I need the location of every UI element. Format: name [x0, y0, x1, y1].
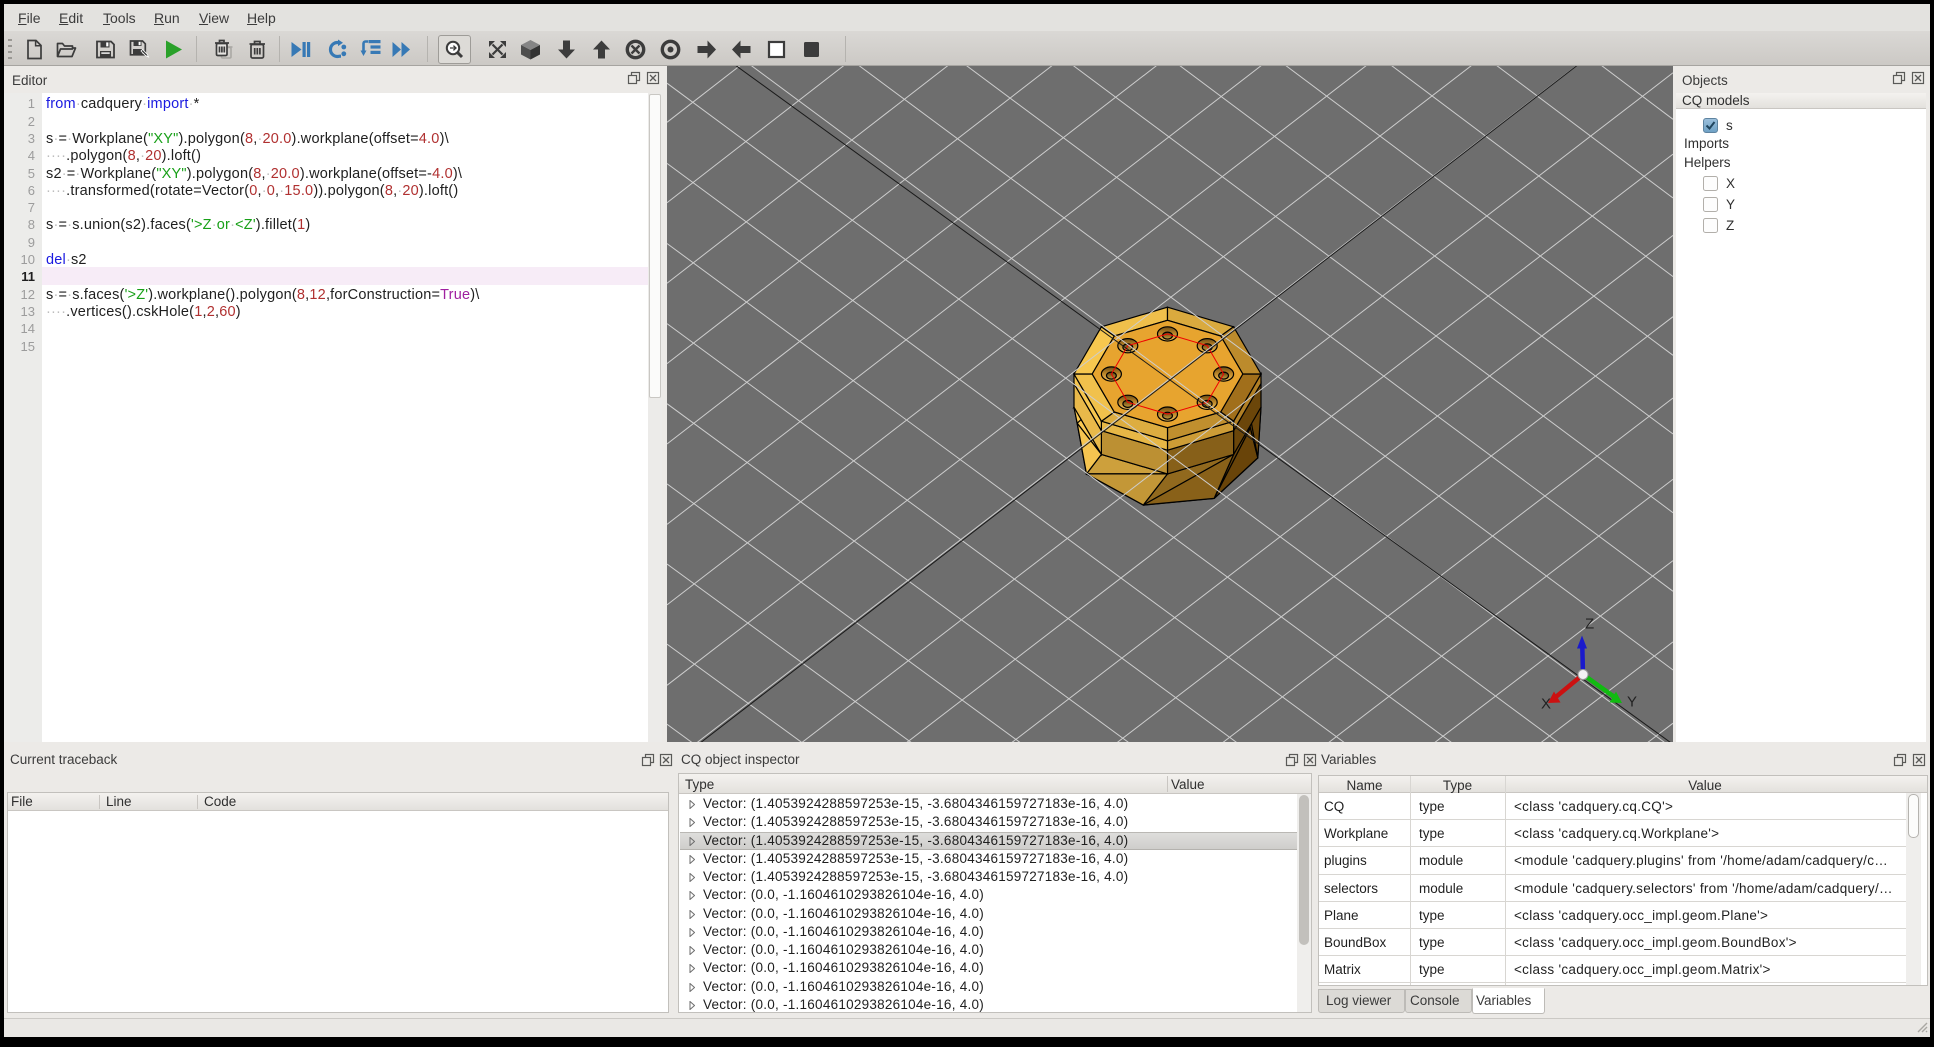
- svg-text:X: X: [1541, 696, 1551, 713]
- svg-text:Y: Y: [1627, 694, 1637, 711]
- svg-text:Z: Z: [1585, 616, 1594, 633]
